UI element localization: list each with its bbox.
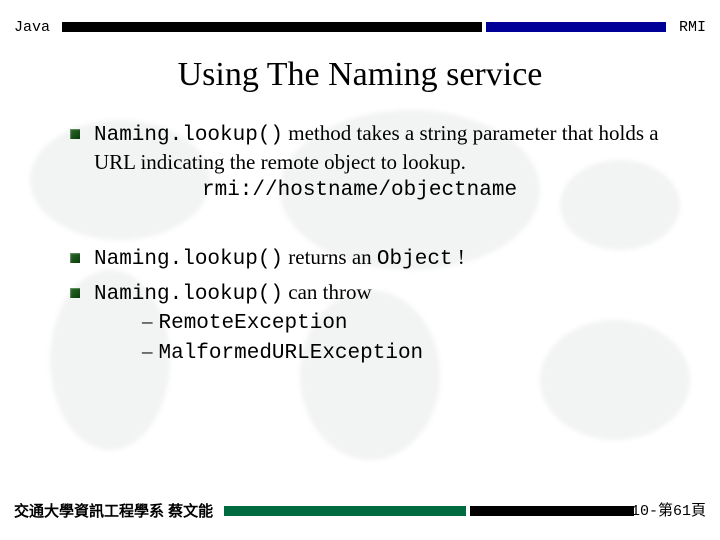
header-left: Java <box>14 18 50 38</box>
dash-1: – <box>142 309 159 333</box>
header-bar-black <box>62 22 482 32</box>
slide: Java RMI Using The Naming service Naming… <box>0 0 720 540</box>
sub-exception-1: –RemoteException <box>94 308 680 337</box>
text-p2b: ! <box>453 245 465 269</box>
slide-title: Using The Naming service <box>0 56 720 94</box>
footer: 交通大學資訊工程學系 蔡文能 10-第61頁 <box>14 502 706 522</box>
header-right: RMI <box>679 18 706 38</box>
text-p2a: returns an <box>283 245 377 269</box>
bullet-1: Naming.lookup() method takes a string pa… <box>70 120 680 204</box>
code-object: Object <box>377 248 453 271</box>
bullet-3: Naming.lookup() can throw –RemoteExcepti… <box>70 279 680 367</box>
footer-left: 交通大學資訊工程學系 蔡文能 <box>14 502 213 522</box>
code-rmi-url: rmi://hostname/objectname <box>94 177 680 204</box>
header: Java RMI <box>14 18 706 38</box>
code-naming-lookup-2: Naming.lookup() <box>94 248 283 271</box>
header-bar-blue <box>486 22 666 32</box>
sub-exception-2: –MalformedURLException <box>94 338 680 367</box>
slide-body: Naming.lookup() method takes a string pa… <box>70 120 680 373</box>
footer-bar-green <box>224 506 466 516</box>
code-naming-lookup-3: Naming.lookup() <box>94 283 283 306</box>
code-naming-lookup-1: Naming.lookup() <box>94 124 283 147</box>
dash-2: – <box>142 339 159 363</box>
bullet-2: Naming.lookup() returns an Object ! <box>70 244 680 273</box>
footer-right: 10-第61頁 <box>631 502 706 522</box>
text-p3: can throw <box>283 280 372 304</box>
footer-bar-black <box>470 506 634 516</box>
code-remote-exception: RemoteException <box>159 312 348 335</box>
code-malformed-url-exception: MalformedURLException <box>159 342 424 365</box>
